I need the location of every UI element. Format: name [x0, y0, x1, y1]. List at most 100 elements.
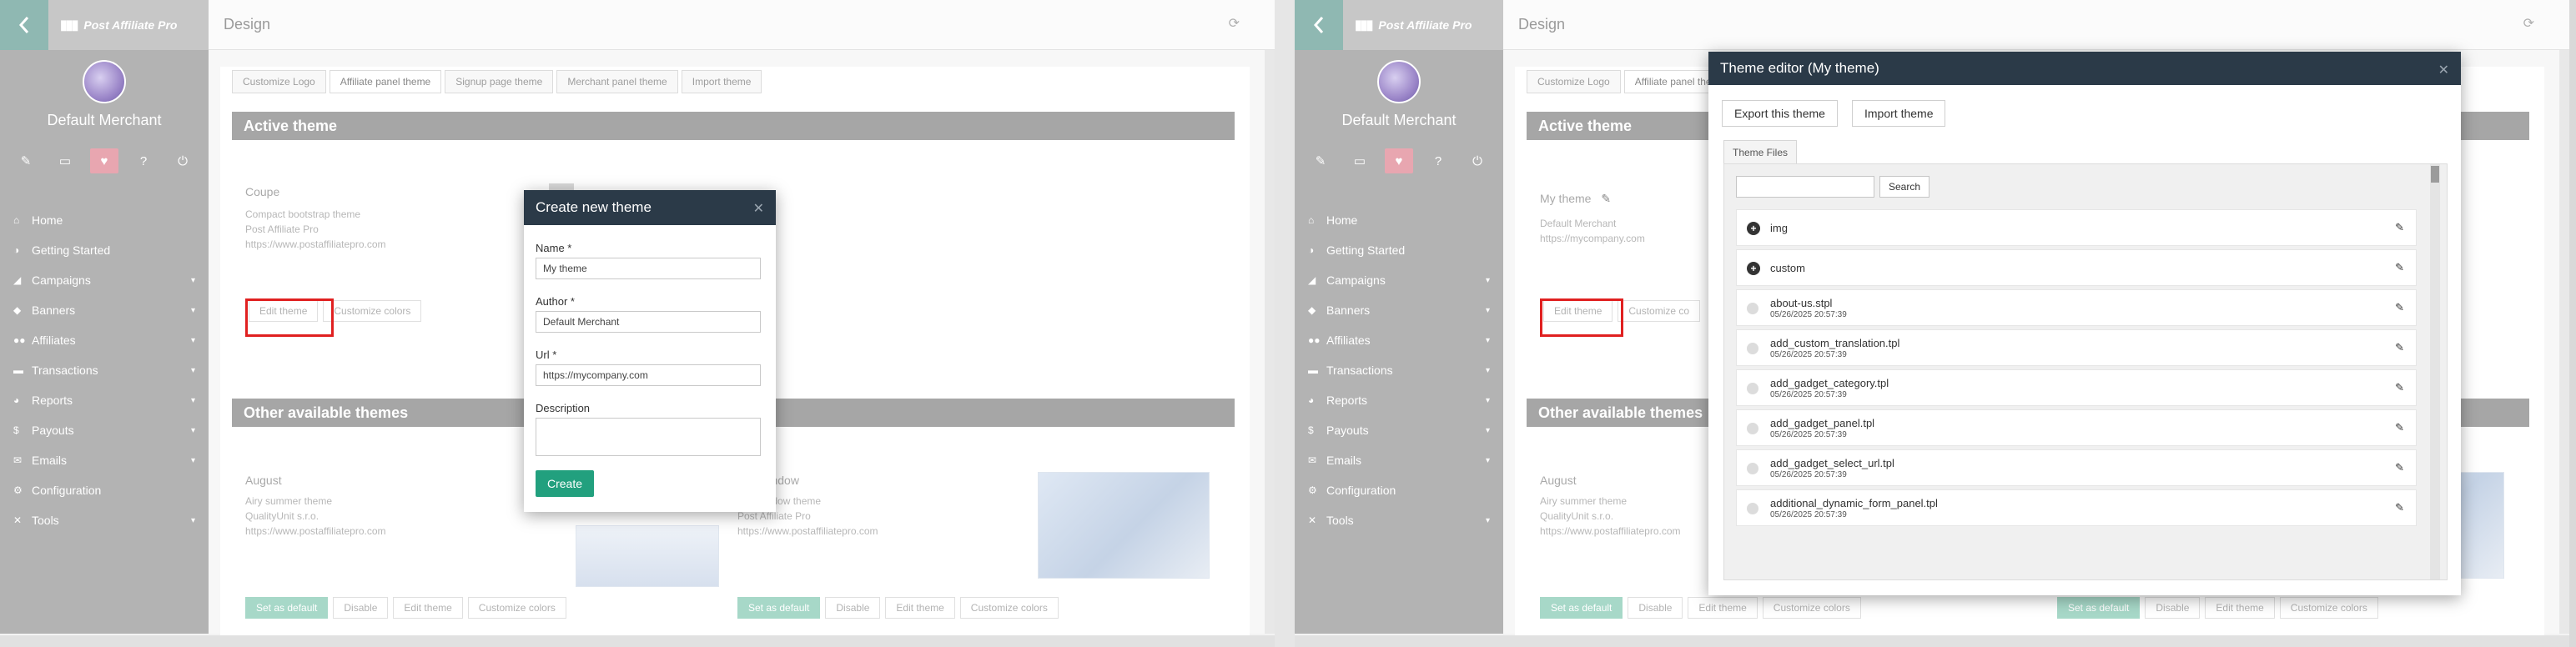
description-textarea[interactable]	[536, 418, 761, 456]
refresh-icon[interactable]: ⟳	[2523, 15, 2534, 32]
page-scrollbar[interactable]	[2559, 50, 2569, 634]
create-button[interactable]: Create	[536, 470, 595, 497]
sidebar-item-affiliates[interactable]: ●● Affiliates ▾	[1295, 325, 1503, 355]
file-row[interactable]: about-us.stpl 05/26/2025 20:57:39 ✎	[1736, 289, 2417, 326]
import-theme-button[interactable]: Import theme	[1852, 100, 1946, 127]
back-button[interactable]	[0, 0, 48, 50]
close-icon[interactable]: ✕	[2438, 62, 2449, 78]
set-default-button[interactable]: Set as default	[1540, 597, 1623, 619]
customize-colors-button[interactable]: Customize co	[1618, 300, 1701, 322]
help-icon[interactable]: ?	[1424, 148, 1452, 173]
back-button[interactable]	[1295, 0, 1343, 50]
author-input[interactable]: Default Merchant	[536, 311, 761, 333]
power-icon[interactable]: ⏻	[169, 148, 197, 173]
search-button[interactable]: Search	[1879, 176, 1930, 198]
sidebar-item-transactions[interactable]: ▬ Transactions ▾	[0, 355, 209, 385]
expand-icon[interactable]: +	[1747, 222, 1760, 235]
customize-colors-button[interactable]: Customize colors	[1762, 597, 1861, 619]
sidebar-item-configuration[interactable]: ⚙ Configuration	[1295, 475, 1503, 505]
sidebar-item-campaigns[interactable]: ◢ Campaigns ▾	[1295, 265, 1503, 295]
pencil-icon[interactable]: ✎	[12, 148, 40, 173]
customize-colors-button[interactable]: Customize colors	[959, 597, 1059, 619]
avatar[interactable]	[83, 60, 126, 103]
set-default-button[interactable]: Set as default	[245, 597, 329, 619]
sidebar-item-getting-started[interactable]: ◑ Getting Started	[1295, 235, 1503, 265]
sidebar-item-home[interactable]: ⌂ Home	[1295, 205, 1503, 235]
sidebar-item-getting-started[interactable]: ◑ Getting Started	[0, 235, 209, 265]
sidebar-item-transactions[interactable]: ▬ Transactions ▾	[1295, 355, 1503, 385]
sidebar-item-reports[interactable]: ◕ Reports ▾	[1295, 385, 1503, 415]
file-list-scrollbar[interactable]	[2430, 164, 2440, 579]
monitor-icon[interactable]: ▭	[51, 148, 79, 173]
edit-theme-button[interactable]: Edit theme	[1688, 597, 1758, 619]
set-default-button[interactable]: Set as default	[2057, 597, 2141, 619]
heart-icon[interactable]: ♥	[1385, 148, 1413, 173]
sidebar-item-payouts[interactable]: $ Payouts ▾	[0, 415, 209, 445]
disable-button[interactable]: Disable	[1628, 597, 1683, 619]
customize-colors-button[interactable]: Customize colors	[2279, 597, 2378, 619]
sidebar-item-emails[interactable]: ✉ Emails ▾	[0, 445, 209, 475]
file-row[interactable]: additional_dynamic_form_panel.tpl 05/26/2…	[1736, 489, 2417, 526]
refresh-icon[interactable]: ⟳	[1229, 15, 1240, 32]
export-theme-button[interactable]: Export this theme	[1722, 100, 1838, 127]
expand-icon[interactable]: +	[1747, 262, 1760, 275]
sidebar-item-affiliates[interactable]: ●● Affiliates ▾	[0, 325, 209, 355]
close-icon[interactable]: ✕	[753, 200, 764, 217]
edit-file-icon[interactable]: ✎	[2395, 301, 2404, 314]
edit-file-icon[interactable]: ✎	[2395, 221, 2404, 234]
sidebar-item-emails[interactable]: ✉ Emails ▾	[1295, 445, 1503, 475]
sidebar-item-home[interactable]: ⌂ Home	[0, 205, 209, 235]
page-scrollbar[interactable]	[1265, 50, 1275, 634]
edit-file-icon[interactable]: ✎	[2395, 381, 2404, 394]
heart-icon[interactable]: ♥	[90, 148, 118, 173]
url-input[interactable]: https://mycompany.com	[536, 364, 761, 386]
name-input[interactable]: My theme	[536, 258, 761, 279]
tab-signup-page-theme[interactable]: Signup page theme	[445, 70, 554, 93]
disable-button[interactable]: Disable	[2145, 597, 2201, 619]
sidebar-item-configuration[interactable]: ⚙ Configuration	[0, 475, 209, 505]
edit-file-icon[interactable]: ✎	[2395, 461, 2404, 474]
tab-affiliate-panel-theme[interactable]: Affiliate panel theme	[329, 70, 442, 93]
edit-theme-button[interactable]: Edit theme	[2205, 597, 2275, 619]
tab-customize-logo[interactable]: Customize Logo	[232, 70, 326, 93]
sidebar-item-banners[interactable]: ◆ Banners ▾	[0, 295, 209, 325]
customize-colors-button[interactable]: Customize colors	[467, 597, 566, 619]
edit-file-icon[interactable]: ✎	[2395, 261, 2404, 274]
scroll-thumb[interactable]	[2431, 166, 2439, 183]
pencil-icon[interactable]: ✎	[1601, 192, 1611, 205]
sidebar-item-payouts[interactable]: $ Payouts ▾	[1295, 415, 1503, 445]
tab-customize-logo[interactable]: Customize Logo	[1527, 70, 1621, 93]
search-input[interactable]	[1736, 176, 1874, 198]
monitor-icon[interactable]: ▭	[1346, 148, 1374, 173]
file-row[interactable]: add_gadget_category.tpl 05/26/2025 20:57:…	[1736, 369, 2417, 406]
tab-theme-files[interactable]: Theme Files	[1723, 140, 1798, 163]
horizontal-scrollbar[interactable]	[1295, 635, 2569, 647]
disable-button[interactable]: Disable	[333, 597, 389, 619]
tab-import-theme[interactable]: Import theme	[681, 70, 762, 93]
power-icon[interactable]: ⏻	[1463, 148, 1492, 173]
edit-file-icon[interactable]: ✎	[2395, 501, 2404, 514]
sidebar-item-tools[interactable]: ✕ Tools ▾	[0, 505, 209, 535]
edit-theme-button[interactable]: Edit theme	[885, 597, 955, 619]
avatar[interactable]	[1377, 60, 1421, 103]
file-row[interactable]: add_gadget_panel.tpl 05/26/2025 20:57:39 ✎	[1736, 409, 2417, 446]
set-default-button[interactable]: Set as default	[737, 597, 821, 619]
sidebar-item-tools[interactable]: ✕ Tools ▾	[1295, 505, 1503, 535]
edit-file-icon[interactable]: ✎	[2395, 341, 2404, 354]
chevron-down-icon: ▾	[190, 335, 195, 345]
customize-colors-button[interactable]: Customize colors	[323, 300, 422, 322]
folder-row[interactable]: + custom ✎	[1736, 249, 2417, 286]
edit-theme-button[interactable]: Edit theme	[393, 597, 463, 619]
edit-file-icon[interactable]: ✎	[2395, 421, 2404, 434]
horizontal-scrollbar[interactable]	[0, 635, 1275, 647]
sidebar-item-campaigns[interactable]: ◢ Campaigns ▾	[0, 265, 209, 295]
file-row[interactable]: add_custom_translation.tpl 05/26/2025 20:…	[1736, 329, 2417, 366]
sidebar-item-reports[interactable]: ◕ Reports ▾	[0, 385, 209, 415]
help-icon[interactable]: ?	[129, 148, 158, 173]
folder-row[interactable]: + img ✎	[1736, 209, 2417, 246]
pencil-icon[interactable]: ✎	[1306, 148, 1335, 173]
file-row[interactable]: add_gadget_select_url.tpl 05/26/2025 20:5…	[1736, 449, 2417, 486]
sidebar-item-banners[interactable]: ◆ Banners ▾	[1295, 295, 1503, 325]
disable-button[interactable]: Disable	[825, 597, 881, 619]
tab-merchant-panel-theme[interactable]: Merchant panel theme	[556, 70, 678, 93]
